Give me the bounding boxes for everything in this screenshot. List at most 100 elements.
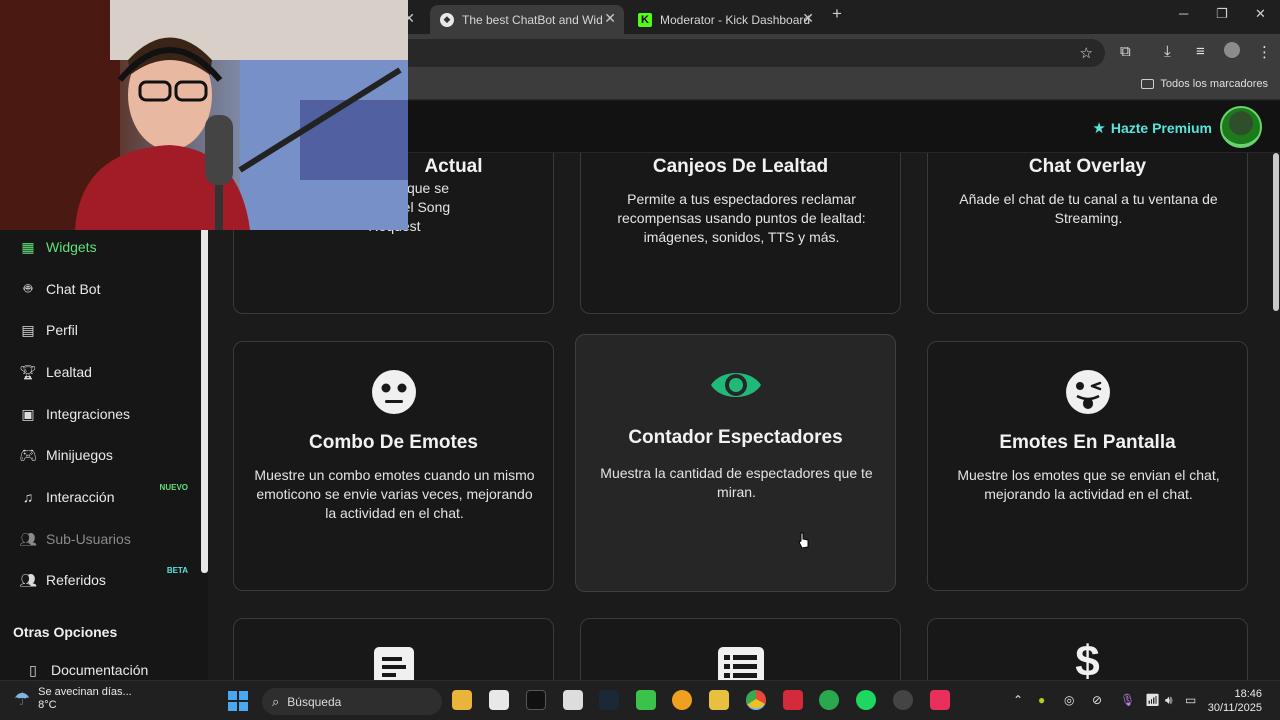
wps-icon[interactable] <box>783 690 803 710</box>
taskbar-search[interactable]: ⌕ Búsqueda <box>262 688 442 715</box>
robot-icon: 🤖︎ <box>23 280 33 296</box>
card-title: Chat Overlay <box>1028 156 1147 177</box>
tab-title: Moderator - Kick Dashboard <box>660 12 811 27</box>
widget-card-list[interactable] <box>580 618 901 680</box>
clock-date: 30/11/2025 <box>1207 702 1262 714</box>
download-icon[interactable]: ⤓ <box>1164 43 1171 60</box>
sidebar-item-referidos[interactable]: 👥︎ Referidos BETA <box>0 560 200 600</box>
webcam-overlay <box>0 0 408 230</box>
file-explorer-icon[interactable] <box>452 690 472 710</box>
profile-icon[interactable] <box>1224 42 1240 58</box>
close-tab-icon[interactable]: ✕ <box>604 10 616 27</box>
sidebar-item-minijuegos[interactable]: 🎮︎ Minijuegos <box>0 435 200 475</box>
tab-kick-dashboard[interactable]: K Moderator - Kick Dashboard ✕ <box>628 5 822 34</box>
tray-sync-icon[interactable]: ◎ <box>1064 693 1074 707</box>
page-scrollbar-thumb[interactable] <box>1273 153 1279 311</box>
package-icon[interactable] <box>563 690 583 710</box>
tab-chatbot[interactable]: ◆ The best ChatBot and Widgets ✕ <box>430 5 624 34</box>
windows-start-icon[interactable] <box>228 691 248 711</box>
widget-card-emotes-pantalla[interactable]: Emotes En Pantalla Muestre los emotes qu… <box>927 341 1248 591</box>
firefox-icon[interactable] <box>672 690 692 710</box>
green-app-icon[interactable] <box>636 690 656 710</box>
vpn-icon[interactable] <box>819 690 839 710</box>
id-card-icon: ▤ <box>21 321 35 338</box>
music-icon: ♫ <box>22 489 34 505</box>
all-bookmarks-button[interactable]: Todos los marcadores <box>1141 78 1268 90</box>
sidebar-item-label: Perfil <box>46 322 78 338</box>
sidebar-item-widgets[interactable]: ▦ Widgets <box>0 227 200 267</box>
text-align-icon <box>373 647 414 680</box>
sidebar-item-lealtad[interactable]: 🏆︎ Lealtad <box>0 352 200 392</box>
weather-widget[interactable]: ☂ Se avecinan días... 8°C <box>14 686 132 712</box>
battery-icon[interactable]: ▭ <box>1185 693 1196 707</box>
new-badge: NUEVO <box>159 483 188 492</box>
card-description: Muestra la cantidad de espectadores que … <box>600 465 873 500</box>
grid-icon: ▦ <box>21 238 35 255</box>
capcut-icon[interactable] <box>489 690 509 710</box>
close-window-icon[interactable]: ✕ <box>1255 6 1266 22</box>
weather-temp: 8°C <box>38 699 57 711</box>
sidebar-item-integraciones[interactable]: ▣ Integraciones <box>0 394 200 434</box>
steam-icon[interactable] <box>599 690 619 710</box>
tab-favicon-icon: ◆ <box>440 12 454 27</box>
widget-card-canjeos-lealtad[interactable]: Canjeos De Lealtad Permite a tus especta… <box>580 153 901 314</box>
close-tab-icon[interactable]: ✕ <box>802 10 814 27</box>
widget-card-contador-espectadores[interactable]: Contador Espectadores Muestra la cantida… <box>575 334 896 592</box>
card-title: Canjeos De Lealtad <box>652 156 829 177</box>
app-icon[interactable] <box>709 690 729 710</box>
book-icon: ▯ <box>29 661 37 678</box>
sidebar-item-interaccion[interactable]: ♫ Interacción NUEVO <box>0 477 200 517</box>
widget-card-combo-emotes[interactable]: Combo De Emotes Muestre un combo emotes … <box>233 341 554 591</box>
sidebar-item-label: Lealtad <box>46 364 92 380</box>
user-avatar[interactable] <box>1220 106 1262 148</box>
sidebar-item-chat-bot[interactable]: 🤖︎ Chat Bot <box>0 269 200 309</box>
users-icon: 👥︎ <box>19 571 37 588</box>
users-icon: 👥︎ <box>19 530 37 547</box>
page-scrollbar[interactable] <box>1272 153 1280 680</box>
menu-kebab-icon[interactable]: ⋮ <box>1257 43 1272 61</box>
spotify-icon[interactable] <box>856 690 876 710</box>
sidebar-item-label: Referidos <box>46 572 106 588</box>
chrome-icon[interactable] <box>746 690 766 710</box>
tiktok-icon[interactable] <box>526 690 546 710</box>
tray-mute-icon[interactable]: ⊘ <box>1092 693 1102 707</box>
address-bar[interactable]: ☆ <box>395 39 1105 67</box>
eye-icon <box>710 373 761 397</box>
kick-favicon-icon: K <box>638 12 652 27</box>
new-tab-icon[interactable]: + <box>832 4 842 24</box>
sidebar-item-perfil[interactable]: ▤ Perfil <box>0 310 200 350</box>
bookmark-star-icon[interactable]: ☆ <box>1080 44 1093 62</box>
sidebar-item-sub-usuarios: 👥︎ Sub-Usuarios <box>0 519 200 559</box>
tray-chevron-icon[interactable]: ⌃ <box>1013 693 1023 707</box>
sidebar-item-label: Chat Bot <box>46 281 101 297</box>
sidebar-item-label: Interacción <box>46 489 115 505</box>
discord-icon: ▣ <box>21 405 35 422</box>
beta-badge: BETA <box>166 566 188 575</box>
restore-icon[interactable]: ❐ <box>1216 6 1228 22</box>
widget-card-chat-overlay[interactable]: Chat Overlay Añade el chat de tu canal a… <box>927 153 1248 314</box>
wifi-icon[interactable]: 📶︎ <box>1145 693 1160 707</box>
weather-rain-icon: ☂ <box>14 688 31 709</box>
search-icon: ⌕ <box>272 693 280 709</box>
list-icon <box>717 647 764 680</box>
microphone-icon[interactable]: 🎙︎ <box>1120 693 1135 707</box>
extensions-icon[interactable]: ⧉ <box>1120 43 1131 60</box>
media-control-icon[interactable]: ≡ <box>1196 43 1205 60</box>
tiktok-live-icon[interactable] <box>930 690 950 710</box>
obs-icon[interactable] <box>893 690 913 710</box>
windows-taskbar: ☂ Se avecinan días... 8°C ⌕ Búsqueda ⌃ ●… <box>0 680 1280 720</box>
sidebar-section-title: Otras Opciones <box>13 624 118 640</box>
volume-icon[interactable]: 🔊︎ <box>1165 693 1173 708</box>
sidebar-item-label: Sub-Usuarios <box>46 531 131 547</box>
widget-card-text[interactable] <box>233 618 554 680</box>
tray-app-icon[interactable]: ● <box>1038 693 1045 707</box>
trophy-icon: 🏆︎ <box>19 363 37 380</box>
sidebar: ▦ Widgets 🤖︎ Chat Bot ▤ Perfil 🏆︎ Lealta… <box>0 153 208 680</box>
taskbar-clock[interactable]: 18:46 30/11/2025 <box>1208 687 1262 715</box>
sidebar-item-label: Documentación <box>51 662 149 678</box>
widget-card-donations[interactable]: $ <box>927 618 1248 680</box>
card-title: Emotes En Pantalla <box>999 432 1176 453</box>
minimize-icon[interactable]: ─ <box>1179 6 1188 21</box>
premium-button[interactable]: ★ Hazte Premium <box>1092 119 1212 137</box>
all-bookmarks-label: Todos los marcadores <box>1160 78 1268 90</box>
